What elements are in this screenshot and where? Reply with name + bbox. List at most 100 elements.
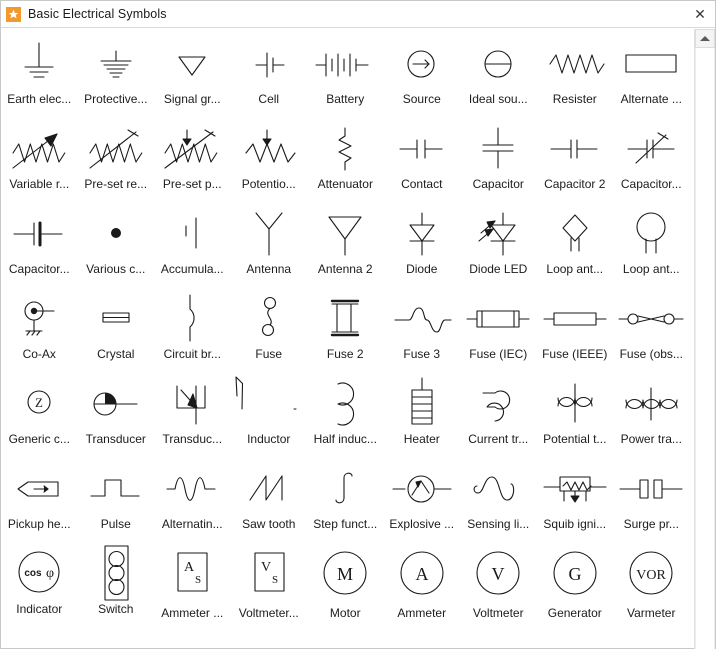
symbol-item-indicator-cos-phi[interactable]: cos φ Indicator bbox=[1, 542, 78, 627]
symbol-item-antenna[interactable]: Antenna bbox=[231, 202, 308, 287]
symbol-item-capacitor-2[interactable]: Capacitor 2 bbox=[537, 117, 614, 202]
symbol-item-generator[interactable]: G Generator bbox=[537, 542, 614, 627]
symbol-item-alternating[interactable]: Alternatin... bbox=[154, 457, 231, 542]
symbol-item-fuse-obsolete[interactable]: Fuse (obs... bbox=[613, 287, 690, 372]
symbol-item-transducer[interactable]: Transducer bbox=[78, 372, 155, 457]
symbol-item-contact[interactable]: Contact bbox=[384, 117, 461, 202]
symbol-item-battery[interactable]: Battery bbox=[307, 32, 384, 117]
symbol-item-fuse[interactable]: Fuse bbox=[231, 287, 308, 372]
symbol-item-protective-earth[interactable]: Protective... bbox=[78, 32, 155, 117]
symbol-item-saw-tooth[interactable]: Saw tooth bbox=[231, 457, 308, 542]
symbol-label: Pulse bbox=[100, 517, 131, 531]
symbol-item-fuse-iec[interactable]: Fuse (IEC) bbox=[460, 287, 537, 372]
symbol-label: Fuse (IEEE) bbox=[542, 347, 608, 361]
symbol-item-capacitor-vertical[interactable]: Capacitor bbox=[460, 117, 537, 202]
symbol-item-diode[interactable]: Diode bbox=[384, 202, 461, 287]
voltmeter-icon: V bbox=[461, 544, 535, 606]
symbol-label: Antenna 2 bbox=[317, 262, 373, 276]
symbol-item-circuit-breaker[interactable]: Circuit br... bbox=[154, 287, 231, 372]
symbol-item-transducer-2[interactable]: Transduc... bbox=[154, 372, 231, 457]
symbol-item-power-transformer[interactable]: Power tra... bbox=[613, 372, 690, 457]
symbol-item-source[interactable]: Source bbox=[384, 32, 461, 117]
svg-text:G: G bbox=[568, 564, 581, 584]
symbol-label: Voltmeter... bbox=[238, 606, 299, 620]
symbol-item-various-connection-dot[interactable]: Various c... bbox=[78, 202, 155, 287]
symbol-item-potentiometer[interactable]: Potentio... bbox=[231, 117, 308, 202]
scrollbar-track[interactable] bbox=[695, 48, 715, 649]
symbol-item-loop-antenna-circle[interactable]: Loop ant... bbox=[613, 202, 690, 287]
vertical-scrollbar[interactable] bbox=[694, 29, 715, 649]
symbol-item-squib-ignitor[interactable]: Squib igni... bbox=[537, 457, 614, 542]
symbol-item-fuse-3[interactable]: Fuse 3 bbox=[384, 287, 461, 372]
symbol-label: Ammeter bbox=[397, 606, 447, 620]
symbol-item-ammeter-box[interactable]: A S Ammeter ... bbox=[154, 542, 231, 627]
symbol-item-pickup-head[interactable]: Pickup he... bbox=[1, 457, 78, 542]
symbol-item-resistor-box[interactable]: Alternate ... bbox=[613, 32, 690, 117]
symbol-item-accumulator[interactable]: Accumula... bbox=[154, 202, 231, 287]
symbol-label: Circuit br... bbox=[163, 347, 221, 361]
sensing-link-icon bbox=[461, 459, 535, 517]
symbol-item-loop-antenna-diamond[interactable]: Loop ant... bbox=[537, 202, 614, 287]
symbol-item-signal-ground[interactable]: Signal gr... bbox=[154, 32, 231, 117]
symbol-label: Diode bbox=[406, 262, 438, 276]
antenna-icon bbox=[232, 204, 306, 262]
symbol-item-ideal-source[interactable]: Ideal sou... bbox=[460, 32, 537, 117]
symbol-label: Earth elec... bbox=[7, 92, 72, 106]
symbol-item-fuse-ieee[interactable]: Fuse (IEEE) bbox=[537, 287, 614, 372]
symbol-label: Saw tooth bbox=[242, 517, 296, 531]
symbol-item-current-transformer[interactable]: Current tr... bbox=[460, 372, 537, 457]
symbol-item-fuse-2[interactable]: Fuse 2 bbox=[307, 287, 384, 372]
symbol-label: Alternatin... bbox=[161, 517, 223, 531]
symbol-item-attenuator[interactable]: Attenuator bbox=[307, 117, 384, 202]
symbol-item-heater[interactable]: Heater bbox=[384, 372, 461, 457]
attenuator-icon bbox=[308, 119, 382, 177]
symbol-item-pulse[interactable]: Pulse bbox=[78, 457, 155, 542]
scroll-up-arrow-icon[interactable] bbox=[695, 29, 715, 48]
symbol-label: Ammeter ... bbox=[161, 606, 224, 620]
symbol-item-sensing-link[interactable]: Sensing li... bbox=[460, 457, 537, 542]
symbol-item-generic-component-z[interactable]: Z Generic c... bbox=[1, 372, 78, 457]
symbol-item-preset-resistor[interactable]: Pre-set re... bbox=[78, 117, 155, 202]
symbol-label: Pre-set re... bbox=[84, 177, 148, 191]
symbol-label: Alternate ... bbox=[620, 92, 682, 106]
symbol-item-explosive[interactable]: Explosive ... bbox=[384, 457, 461, 542]
symbol-item-voltmeter-box[interactable]: V S Voltmeter... bbox=[231, 542, 308, 627]
symbol-library-window: Basic Electrical Symbols ✕ Earth elec...… bbox=[0, 0, 716, 649]
symbol-item-co-ax[interactable]: Co-Ax bbox=[1, 287, 78, 372]
symbol-label: Fuse bbox=[255, 347, 283, 361]
symbol-item-switch[interactable]: Switch bbox=[78, 542, 155, 627]
symbol-item-diode-led[interactable]: Diode LED bbox=[460, 202, 537, 287]
symbol-item-capacitor-variable[interactable]: Capacitor... bbox=[613, 117, 690, 202]
svg-text:φ: φ bbox=[46, 566, 54, 581]
preset-potentiometer-icon bbox=[155, 119, 229, 177]
saw-tooth-icon bbox=[232, 459, 306, 517]
symbol-item-half-inductor[interactable]: Half induc... bbox=[307, 372, 384, 457]
fuse-ieee-icon bbox=[538, 289, 612, 347]
symbol-item-cell[interactable]: Cell bbox=[231, 32, 308, 117]
symbol-item-crystal[interactable]: Crystal bbox=[78, 287, 155, 372]
close-icon[interactable]: ✕ bbox=[689, 4, 711, 24]
symbol-item-motor[interactable]: M Motor bbox=[307, 542, 384, 627]
symbol-item-variable-resistor[interactable]: Variable r... bbox=[1, 117, 78, 202]
symbol-item-step-function[interactable]: Step funct... bbox=[307, 457, 384, 542]
symbol-label: Capacitor... bbox=[8, 262, 70, 276]
inductor-icon bbox=[232, 374, 306, 432]
symbol-item-varmeter[interactable]: VOR Varmeter bbox=[613, 542, 690, 627]
symbol-item-resistor-zigzag[interactable]: Resister bbox=[537, 32, 614, 117]
crystal-icon bbox=[79, 289, 153, 347]
heater-icon bbox=[385, 374, 459, 432]
symbol-item-capacitor-polarized[interactable]: Capacitor... bbox=[1, 202, 78, 287]
symbol-item-antenna-2[interactable]: Antenna 2 bbox=[307, 202, 384, 287]
svg-text:A: A bbox=[415, 564, 428, 584]
symbol-label: Transduc... bbox=[162, 432, 223, 446]
symbol-item-preset-potentiometer[interactable]: Pre-set p... bbox=[154, 117, 231, 202]
symbol-item-surge-protector[interactable]: Surge pr... bbox=[613, 457, 690, 542]
cell-icon bbox=[232, 34, 306, 92]
symbol-label: Power tra... bbox=[620, 432, 682, 446]
symbol-item-inductor[interactable]: Inductor bbox=[231, 372, 308, 457]
symbol-item-potential-transformer[interactable]: Potential t... bbox=[537, 372, 614, 457]
symbol-item-voltmeter[interactable]: V Voltmeter bbox=[460, 542, 537, 627]
star-icon bbox=[6, 6, 21, 22]
symbol-item-earth-electrode[interactable]: Earth elec... bbox=[1, 32, 78, 117]
symbol-item-ammeter[interactable]: A Ammeter bbox=[384, 542, 461, 627]
